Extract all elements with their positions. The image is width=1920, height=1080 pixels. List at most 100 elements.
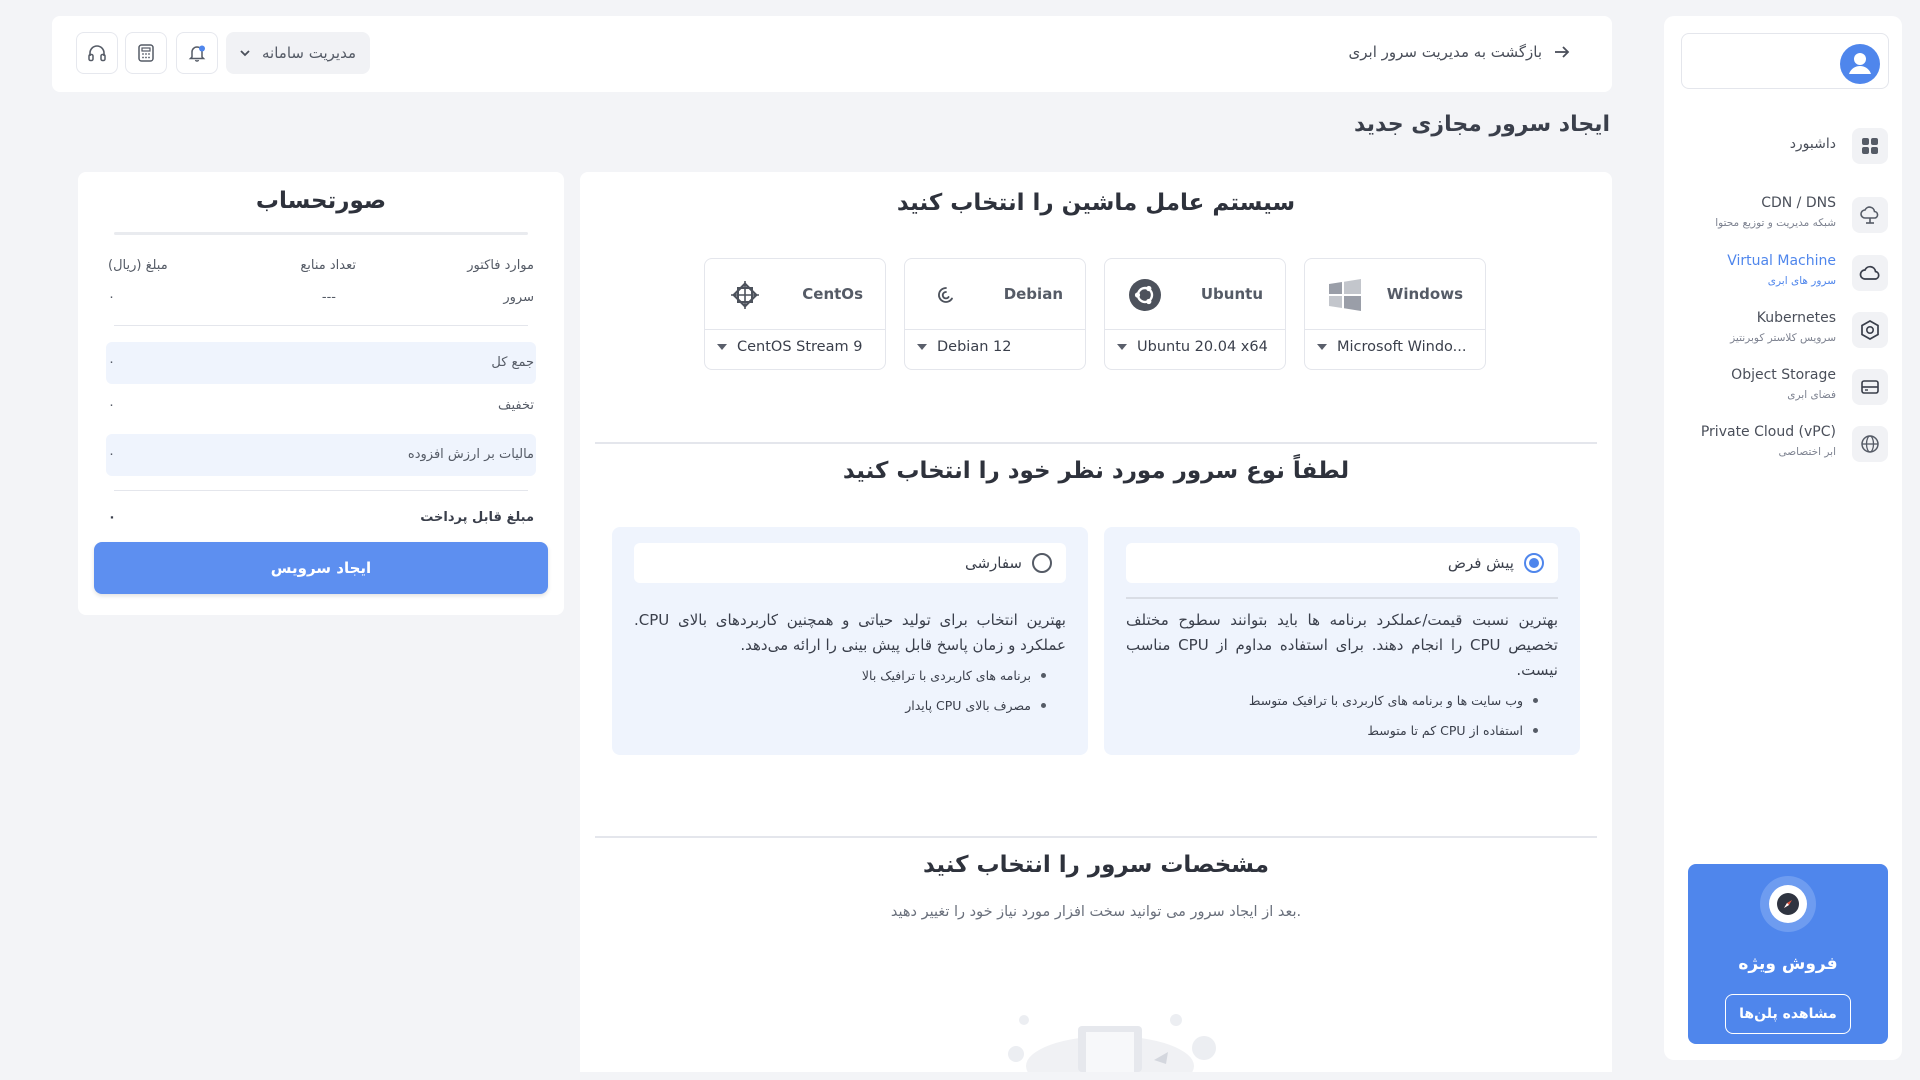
caret-down-icon bbox=[1317, 344, 1327, 350]
bell-icon bbox=[188, 45, 206, 62]
windows-logo-icon bbox=[1327, 277, 1363, 313]
create-server-panel: سیستم عامل ماشین را انتخاب کنید Windows … bbox=[580, 172, 1612, 1072]
payable-value: ۰ bbox=[108, 510, 116, 525]
feature-item: برنامه های کاربردی با ترافیک بالا bbox=[862, 660, 1046, 690]
os-card-centos[interactable]: CentOs CentOS Stream 9 bbox=[704, 258, 886, 370]
invoice-vat-row: مالیات بر ارزش افزوده ۰ bbox=[108, 447, 534, 467]
sidebar-item-sublabel: ابر اختصاصی bbox=[1778, 446, 1836, 458]
radio-selected-icon[interactable] bbox=[1524, 553, 1544, 573]
promo-card: فروش ویژه مشاهده پلن‌ها bbox=[1688, 864, 1888, 1044]
total-value: ۰ bbox=[108, 355, 115, 370]
sidebar-item-private-cloud[interactable]: Private Cloud (vPC) ابر اختصاصی bbox=[1664, 420, 1902, 470]
calculator-button[interactable] bbox=[125, 32, 167, 74]
invoice-discount-row: تخفیف ۰ bbox=[108, 398, 534, 418]
centos-logo-icon bbox=[727, 277, 763, 313]
globe-icon bbox=[1852, 426, 1888, 462]
support-button[interactable] bbox=[76, 32, 118, 74]
calculator-icon bbox=[138, 44, 154, 62]
card-divider bbox=[1126, 597, 1558, 599]
os-version-value: Microsoft Windo... bbox=[1337, 339, 1467, 355]
avatar[interactable] bbox=[1840, 44, 1880, 84]
os-card-ubuntu[interactable]: Ubuntu Ubuntu 20.04 x64 bbox=[1104, 258, 1286, 370]
sidebar-item-cdn-dns[interactable]: CDN / DNS شبکه مدیریت و توزیع محتوا bbox=[1664, 191, 1902, 241]
os-version-select[interactable]: Ubuntu 20.04 x64 bbox=[1117, 339, 1273, 355]
feature-item: مصرف بالای CPU پایدار bbox=[862, 690, 1046, 720]
os-version-select[interactable]: CentOS Stream 9 bbox=[717, 339, 873, 355]
server-type-label: سفارشی bbox=[964, 554, 1022, 572]
sidebar-item-label: CDN / DNS bbox=[1761, 195, 1836, 211]
loading-illustration bbox=[1000, 1000, 1220, 1072]
notifications-button[interactable] bbox=[176, 32, 218, 74]
feature-item: استفاده از CPU کم تا متوسط bbox=[1249, 715, 1538, 745]
server-type-card-default[interactable]: پیش فرض بهترین نسبت قیمت/عملکرد برنامه ه… bbox=[1104, 527, 1580, 755]
arrow-right-icon bbox=[1555, 46, 1570, 58]
os-name: Windows bbox=[1386, 285, 1463, 303]
radio-unselected-icon[interactable] bbox=[1032, 553, 1052, 573]
chevron-down-icon bbox=[240, 50, 250, 57]
create-service-button[interactable]: ایجاد سرویس bbox=[94, 542, 548, 594]
server-type-description: بهترین انتخاب برای تولید حیاتی و همچنین … bbox=[634, 611, 1066, 654]
os-version-value: Debian 12 bbox=[937, 339, 1012, 355]
system-management-dropdown[interactable]: مدیریت سامانه bbox=[226, 32, 370, 74]
sidebar-item-dashboard[interactable]: داشبورد bbox=[1664, 122, 1902, 172]
col-header-items: موارد فاکتور bbox=[467, 258, 534, 273]
view-plans-button[interactable]: مشاهده پلن‌ها bbox=[1725, 994, 1851, 1034]
os-version-value: CentOS Stream 9 bbox=[737, 339, 863, 355]
server-type-default-option[interactable]: پیش فرض bbox=[1126, 543, 1558, 583]
sidebar-item-label: Object Storage bbox=[1731, 367, 1836, 383]
sidebar-item-sublabel: شبکه مدیریت و توزیع محتوا bbox=[1715, 217, 1836, 229]
compass-icon bbox=[1760, 876, 1816, 932]
sidebar-item-kubernetes[interactable]: Kubernetes سرویس کلاستر کوبرنتیز bbox=[1664, 306, 1902, 356]
os-version-select[interactable]: Microsoft Windo... bbox=[1317, 339, 1473, 355]
storage-icon bbox=[1852, 369, 1888, 405]
sidebar-item-sublabel: سرویس کلاستر کوبرنتیز bbox=[1730, 332, 1836, 344]
system-management-label: مدیریت سامانه bbox=[262, 44, 356, 62]
os-version-select[interactable]: Debian 12 bbox=[917, 339, 1073, 355]
invoice-payable-row: مبلغ قابل پرداخت ۰ bbox=[108, 510, 534, 530]
cloud-icon bbox=[1852, 255, 1888, 291]
server-type-section-title: لطفاً نوع سرور مورد نظر خود را انتخاب کن… bbox=[842, 458, 1350, 484]
specs-section-title: مشخصات سرور را انتخاب کنید bbox=[923, 852, 1269, 878]
invoice-divider bbox=[114, 232, 528, 235]
os-name: Ubuntu bbox=[1200, 285, 1263, 303]
sidebar-item-label: Kubernetes bbox=[1756, 310, 1836, 326]
debian-logo-icon bbox=[927, 277, 963, 313]
os-version-value: Ubuntu 20.04 x64 bbox=[1137, 339, 1268, 355]
payable-label: مبلغ قابل پرداخت bbox=[420, 510, 534, 525]
user-profile-box[interactable] bbox=[1681, 33, 1889, 89]
top-bar: بازگشت به مدیریت سرور ابری مدیریت سامانه bbox=[52, 16, 1612, 92]
invoice-title: صورتحساب bbox=[255, 188, 387, 214]
ubuntu-logo-icon bbox=[1127, 277, 1163, 313]
section-divider bbox=[595, 442, 1597, 444]
os-card-debian[interactable]: Debian Debian 12 bbox=[904, 258, 1086, 370]
discount-value: ۰ bbox=[108, 398, 115, 413]
sidebar-item-label: Private Cloud (vPC) bbox=[1700, 424, 1836, 440]
os-section-title: سیستم عامل ماشین را انتخاب کنید bbox=[896, 190, 1296, 216]
col-header-amount: مبلغ (ریال) bbox=[108, 258, 168, 273]
server-type-card-custom[interactable]: سفارشی بهترین انتخاب برای تولید حیاتی و … bbox=[612, 527, 1088, 755]
os-card-windows[interactable]: Windows Microsoft Windo... bbox=[1304, 258, 1486, 370]
sidebar-item-label: Virtual Machine bbox=[1727, 253, 1836, 269]
server-type-custom-option[interactable]: سفارشی bbox=[634, 543, 1066, 583]
server-type-features: وب سایت ها و برنامه های کاربردی با ترافی… bbox=[1249, 685, 1538, 745]
server-amount: ۰ bbox=[108, 290, 115, 305]
sidebar-item-virtual-machine[interactable]: Virtual Machine سرور های ابری bbox=[1664, 249, 1902, 299]
sidebar-item-object-storage[interactable]: Object Storage فضای ابری bbox=[1664, 363, 1902, 413]
user-icon bbox=[1849, 53, 1871, 74]
caret-down-icon bbox=[717, 344, 727, 350]
caret-down-icon bbox=[1117, 344, 1127, 350]
server-label: سرور bbox=[503, 290, 534, 305]
invoice-server-row: سرور --- ۰ bbox=[108, 290, 534, 310]
back-to-cloud-management-link[interactable]: بازگشت به مدیریت سرور ابری bbox=[1349, 42, 1572, 62]
invoice-header-row: موارد فاکتور تعداد منابع مبلغ (ریال) bbox=[108, 258, 534, 278]
cdn-cloud-icon bbox=[1852, 197, 1888, 233]
server-type-description: بهترین نسبت قیمت/عملکرد برنامه ها باید ب… bbox=[1126, 611, 1558, 679]
invoice-divider bbox=[114, 490, 528, 491]
os-name: Debian bbox=[1003, 285, 1063, 303]
back-link-label: بازگشت به مدیریت سرور ابری bbox=[1348, 43, 1542, 61]
section-divider bbox=[595, 836, 1597, 838]
os-name: CentOs bbox=[802, 285, 863, 303]
sidebar-item-sublabel: فضای ابری bbox=[1787, 389, 1836, 401]
sidebar: داشبورد CDN / DNS شبکه مدیریت و توزیع مح… bbox=[1664, 16, 1902, 1060]
feature-item: وب سایت ها و برنامه های کاربردی با ترافی… bbox=[1249, 685, 1538, 715]
